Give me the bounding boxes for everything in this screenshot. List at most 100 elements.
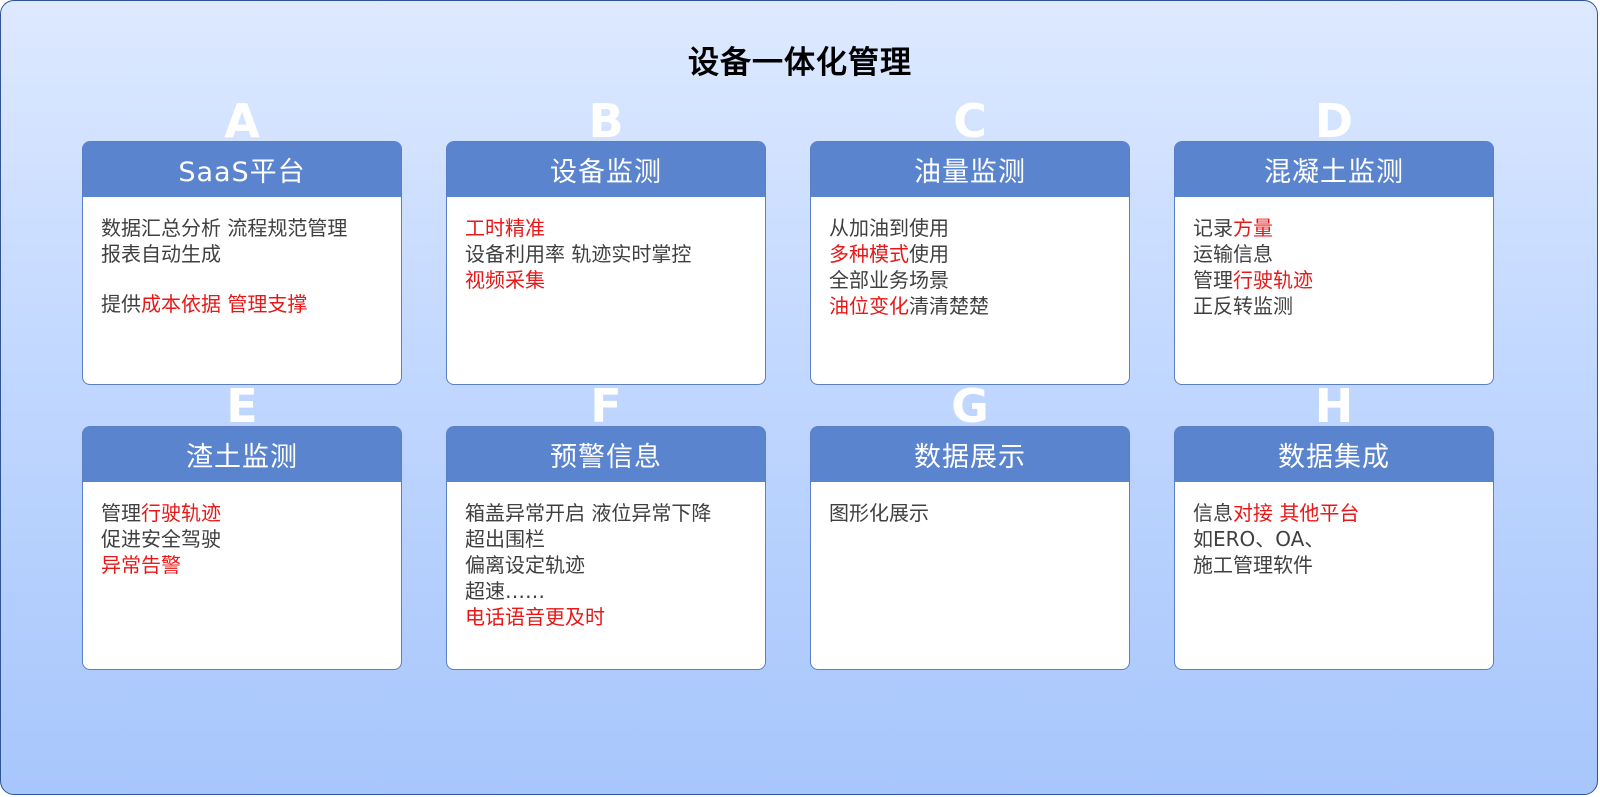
card-header: 数据集成 <box>1175 427 1493 482</box>
card-f: F 预警信息 箱盖异常开启 液位异常下降 超出围栏 偏离设定轨迹 超速…… 电话语音更及时 <box>446 383 766 670</box>
card-line: 电话语音更及时 <box>465 604 755 630</box>
card-body: 从加油到使用 多种模式使用 全部业务场景 油位变化清清楚楚 <box>829 215 1119 319</box>
card-line: 全部业务场景 <box>829 267 1119 293</box>
body-text: 从加油到使用 <box>829 216 949 240</box>
card-title: 混凝土监测 <box>1264 157 1404 188</box>
card-letter: E <box>226 379 258 433</box>
highlight-text: 对接 其他平台 <box>1233 501 1360 525</box>
card-line: 管理行驶轨迹 <box>101 500 391 526</box>
body-text: 使用 <box>909 242 949 266</box>
card-line: 油位变化清清楚楚 <box>829 293 1119 319</box>
body-text: 运输信息 <box>1193 242 1273 266</box>
card-line: 箱盖异常开启 液位异常下降 <box>465 500 755 526</box>
card-line: 超速…… <box>465 578 755 604</box>
card-title: 油量监测 <box>914 157 1026 188</box>
body-text: 正反转监测 <box>1193 294 1293 318</box>
card-body: 信息对接 其他平台 如ERO、OA、 施工管理软件 <box>1193 500 1483 578</box>
body-text: 偏离设定轨迹 <box>465 553 585 577</box>
card-body: 数据汇总分析 流程规范管理 报表自动生成 提供成本依据 管理支撑 <box>101 215 391 317</box>
card-line: 正反转监测 <box>1193 293 1483 319</box>
card-title: 数据展示 <box>914 442 1026 473</box>
card-header: 油量监测 <box>811 142 1129 197</box>
body-text: 超出围栏 <box>465 527 545 551</box>
card-title: 预警信息 <box>550 442 662 473</box>
card-line: 工时精准 <box>465 215 755 241</box>
body-text: 清清楚楚 <box>909 294 989 318</box>
card-line: 超出围栏 <box>465 526 755 552</box>
card-letter: C <box>953 94 987 148</box>
highlight-text: 油位变化 <box>829 294 909 318</box>
card-g: G 数据展示 图形化展示 <box>810 383 1130 670</box>
card-letter: H <box>1314 379 1354 433</box>
highlight-text: 行驶轨迹 <box>141 501 221 525</box>
highlight-text: 异常告警 <box>101 553 181 577</box>
card-header: 数据展示 <box>811 427 1129 482</box>
card-title: 数据集成 <box>1278 442 1390 473</box>
card-d: D 混凝土监测 记录方量 运输信息 管理行驶轨迹 正反转监测 <box>1174 98 1494 385</box>
card-line: 管理行驶轨迹 <box>1193 267 1483 293</box>
card-h: H 数据集成 信息对接 其他平台 如ERO、OA、 施工管理软件 <box>1174 383 1494 670</box>
card-line: 促进安全驾驶 <box>101 526 391 552</box>
card-letter: G <box>951 379 989 433</box>
card-line: 数据汇总分析 流程规范管理 <box>101 215 391 241</box>
body-text: 超速…… <box>465 579 545 603</box>
highlight-text: 视频采集 <box>465 268 545 292</box>
card-body: 箱盖异常开启 液位异常下降 超出围栏 偏离设定轨迹 超速…… 电话语音更及时 <box>465 500 755 630</box>
highlight-text: 方量 <box>1233 216 1273 240</box>
highlight-text: 行驶轨迹 <box>1233 268 1313 292</box>
card-line: 多种模式使用 <box>829 241 1119 267</box>
card-c: C 油量监测 从加油到使用 多种模式使用 全部业务场景 油位变化清清楚楚 <box>810 98 1130 385</box>
card-a: A SaaS平台 数据汇总分析 流程规范管理 报表自动生成 提供成本依据 管理支撑 <box>82 98 402 385</box>
card-body: 管理行驶轨迹 促进安全驾驶 异常告警 <box>101 500 391 578</box>
card-title: 设备监测 <box>550 157 662 188</box>
body-text: 全部业务场景 <box>829 268 949 292</box>
card-e: E 渣土监测 管理行驶轨迹 促进安全驾驶 异常告警 <box>82 383 402 670</box>
body-text: 信息 <box>1193 501 1233 525</box>
body-text: 图形化展示 <box>829 501 929 525</box>
card-b: B 设备监测 工时精准 设备利用率 轨迹实时掌控 视频采集 <box>446 98 766 385</box>
card-line: 视频采集 <box>465 267 755 293</box>
card-letter: A <box>224 94 260 148</box>
card-line: 异常告警 <box>101 552 391 578</box>
card-letter: B <box>588 94 624 148</box>
card-line: 运输信息 <box>1193 241 1483 267</box>
highlight-text: 电话语音更及时 <box>465 605 605 629</box>
body-text: 管理 <box>101 501 141 525</box>
body-text: 数据汇总分析 流程规范管理 <box>101 216 348 240</box>
body-text: 箱盖异常开启 液位异常下降 <box>465 501 712 525</box>
card-header: 混凝土监测 <box>1175 142 1493 197</box>
body-text: 施工管理软件 <box>1193 553 1313 577</box>
body-text: 如ERO、OA、 <box>1193 527 1325 551</box>
card-header: SaaS平台 <box>83 142 401 197</box>
card-title: SaaS平台 <box>178 157 306 188</box>
card-body: 工时精准 设备利用率 轨迹实时掌控 视频采集 <box>465 215 755 293</box>
card-line: 信息对接 其他平台 <box>1193 500 1483 526</box>
card-letter: D <box>1314 94 1354 148</box>
card-line: 设备利用率 轨迹实时掌控 <box>465 241 755 267</box>
card-line: 报表自动生成 <box>101 241 391 267</box>
body-text: 记录 <box>1193 216 1233 240</box>
page-title: 设备一体化管理 <box>688 45 912 81</box>
card-line: 提供成本依据 管理支撑 <box>101 291 391 317</box>
card-header: 设备监测 <box>447 142 765 197</box>
body-text: 提供 <box>101 292 141 316</box>
card-body: 图形化展示 <box>829 500 1119 526</box>
card-body: 记录方量 运输信息 管理行驶轨迹 正反转监测 <box>1193 215 1483 319</box>
body-text: 管理 <box>1193 268 1233 292</box>
card-line: 施工管理软件 <box>1193 552 1483 578</box>
card-line: 如ERO、OA、 <box>1193 526 1483 552</box>
card-title: 渣土监测 <box>186 442 298 473</box>
body-text: 促进安全驾驶 <box>101 527 221 551</box>
main-panel: 设备一体化管理 A SaaS平台 数据汇总分析 流程规范管理 报表自动生成 提供成本依据… <box>0 0 1598 795</box>
card-header: 渣土监测 <box>83 427 401 482</box>
body-text: 报表自动生成 <box>101 242 221 266</box>
highlight-text: 工时精准 <box>465 216 545 240</box>
card-line: 记录方量 <box>1193 215 1483 241</box>
highlight-text: 多种模式 <box>829 242 909 266</box>
body-text: 设备利用率 轨迹实时掌控 <box>465 242 692 266</box>
highlight-text: 成本依据 管理支撑 <box>141 292 308 316</box>
card-line: 从加油到使用 <box>829 215 1119 241</box>
card-line: 图形化展示 <box>829 500 1119 526</box>
card-letter: F <box>590 379 622 433</box>
card-line: 偏离设定轨迹 <box>465 552 755 578</box>
